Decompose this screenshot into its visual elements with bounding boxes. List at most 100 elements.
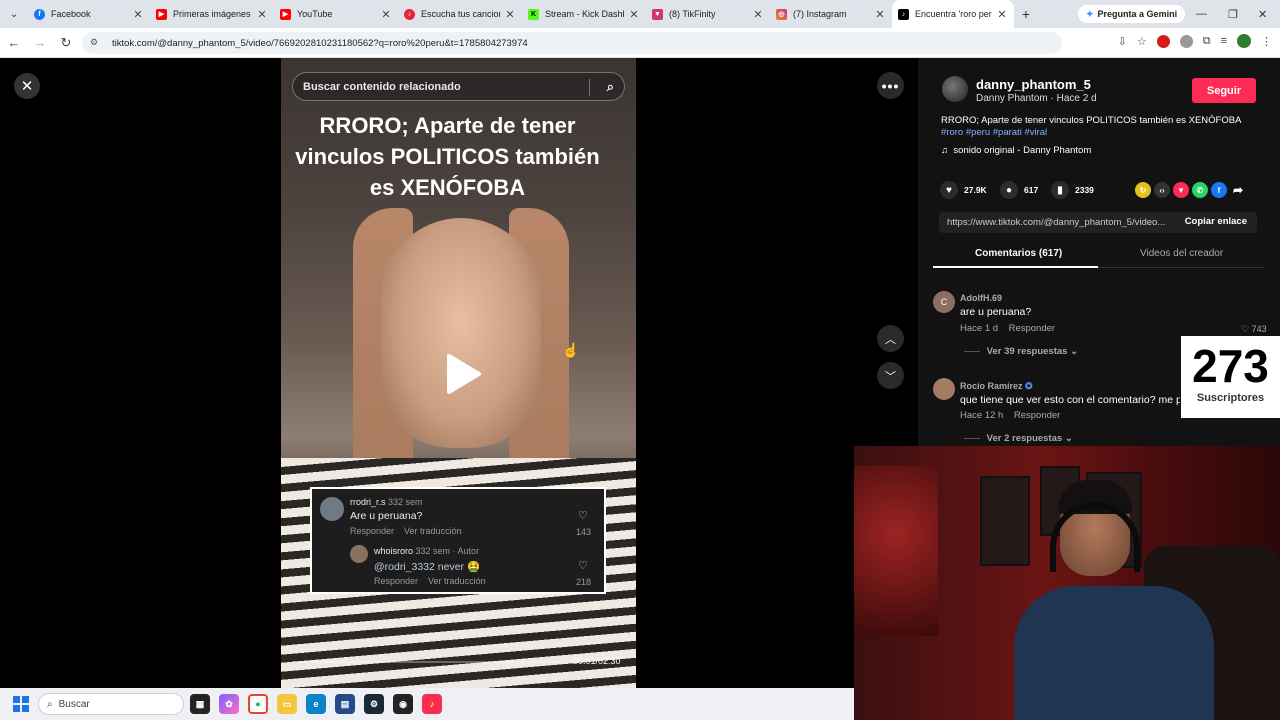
sound-link[interactable]: ♫ sonido original - Danny Phantom <box>941 145 1091 156</box>
menu-dots-icon[interactable]: ⋮ <box>1261 35 1272 48</box>
reply-button[interactable]: Responder <box>1014 410 1060 421</box>
tab-tikfinity[interactable]: ▼ (8) TikFinity ✕ <box>646 0 770 28</box>
comment-stat[interactable]: ● 617 <box>1000 181 1038 199</box>
next-video-button[interactable]: ﹀ <box>877 362 904 389</box>
comment-reply: Responder <box>350 526 395 536</box>
comment-user[interactable]: AdolfH.69 <box>960 293 1002 303</box>
tab-search-button[interactable]: ⌄ <box>0 0 28 28</box>
more-options-button[interactable]: ••• <box>877 72 904 99</box>
search-icon[interactable]: ⌕ <box>607 79 614 95</box>
related-search-placeholder: Buscar contenido relacionado <box>303 80 461 93</box>
tab-instagram[interactable]: ◎ (7) Instagram ✕ <box>770 0 892 28</box>
whatsapp-icon[interactable]: ✆ <box>1192 182 1208 198</box>
tab-creator-videos[interactable]: Videos del creador <box>1140 248 1223 259</box>
comment-meta: 332 sem · Autor <box>415 546 480 556</box>
share-link-box[interactable]: https://www.tiktok.com/@danny_phantom_5/… <box>939 212 1257 233</box>
share-arrow-icon[interactable]: ➦ <box>1230 182 1246 198</box>
steam-icon[interactable]: ⚙ <box>364 694 384 714</box>
chevron-down-icon: ⌄ <box>1064 433 1073 444</box>
taskbar-search-label: Buscar <box>58 698 90 710</box>
file-explorer-icon[interactable]: ▭ <box>277 694 297 714</box>
close-icon[interactable]: ✕ <box>504 8 516 21</box>
chrome-icon[interactable]: ● <box>248 694 268 714</box>
edge-icon[interactable]: e <box>306 694 326 714</box>
related-search-input[interactable]: Buscar contenido relacionado ⌕ <box>292 72 625 101</box>
author-username[interactable]: danny_phantom_5 <box>976 77 1091 92</box>
comment-text: @rodri_3332 never 🤮 <box>374 561 481 573</box>
comment-meta: 332 sem <box>388 497 423 507</box>
windows-start-icon[interactable] <box>13 696 29 712</box>
profile-avatar[interactable] <box>1237 34 1251 48</box>
taskbar-search[interactable]: ⌕ Buscar <box>38 693 184 715</box>
comment-count: 617 <box>1024 185 1039 195</box>
follow-button[interactable]: Seguir <box>1192 78 1256 103</box>
tab-youtube[interactable]: ▶ YouTube ✕ <box>274 0 398 28</box>
back-button[interactable]: ← <box>2 31 26 55</box>
comment-text: are u peruana? <box>960 306 1032 318</box>
close-icon[interactable]: ✕ <box>874 8 886 21</box>
reply-button[interactable]: Responder <box>1009 323 1055 334</box>
tab-youtube-imagenes[interactable]: ▶ Primeras imágenes de ✕ <box>150 0 274 28</box>
site-info-icon[interactable]: ⚙ <box>90 37 102 49</box>
video-progress-bar[interactable] <box>292 661 562 663</box>
avatar[interactable] <box>933 378 955 400</box>
close-video-button[interactable]: ✕ <box>14 73 40 99</box>
comment-likes: 143 <box>576 527 592 537</box>
gemini-button[interactable]: ✦ Pregunta a Gemini <box>1078 5 1186 23</box>
opera-extension-icon[interactable] <box>1156 34 1170 48</box>
close-icon[interactable]: ✕ <box>380 8 392 21</box>
previous-video-button[interactable]: ︿ <box>877 325 904 352</box>
store-icon[interactable]: ▤ <box>335 694 355 714</box>
close-window-button[interactable]: ✕ <box>1258 0 1267 28</box>
view-replies-button[interactable]: Ver 2 respuestas ⌄ <box>964 433 1073 444</box>
like-stat[interactable]: ♥ 27.9K <box>940 181 987 199</box>
save-stat[interactable]: ▮ 2339 <box>1051 181 1094 199</box>
tiktok-icon[interactable]: ♪ <box>422 694 442 714</box>
minimize-button[interactable]: — <box>1196 0 1207 28</box>
send-icon[interactable]: ▼ <box>1173 182 1189 198</box>
forward-button[interactable]: → <box>28 31 52 55</box>
comment-user[interactable]: Rocío Ramírez <box>960 381 1023 391</box>
copilot-icon[interactable]: ✿ <box>219 694 239 714</box>
tab-kick[interactable]: K Stream - Kick Dashbo ✕ <box>522 0 646 28</box>
media-icon[interactable]: ≡ <box>1221 35 1227 47</box>
install-icon[interactable]: ⇩ <box>1118 35 1127 48</box>
comment-icon[interactable]: ● <box>1000 181 1018 199</box>
copy-link-button[interactable]: Copiar enlace <box>1185 216 1247 227</box>
extension-icon[interactable] <box>1179 34 1193 48</box>
repost-icon[interactable]: ↻ <box>1135 182 1151 198</box>
comment-user-row[interactable]: Rocío Ramírez ✪ <box>960 381 1033 392</box>
share-icons: ↻ ‹› ▼ ✆ f ➦ <box>1135 182 1246 198</box>
divider <box>589 79 590 96</box>
heart-icon[interactable]: ♥ <box>940 181 958 199</box>
maximize-button[interactable]: ❐ <box>1228 0 1238 28</box>
play-icon[interactable] <box>443 352 483 396</box>
view-replies-button[interactable]: Ver 39 respuestas ⌄ <box>964 346 1078 357</box>
hashtags[interactable]: #roro #peru #parati #viral <box>941 127 1047 138</box>
avatar[interactable] <box>942 76 968 102</box>
bookmark-icon[interactable]: ▮ <box>1051 181 1069 199</box>
divider <box>964 350 980 352</box>
comment-like[interactable]: ♡ 743 <box>1241 324 1267 335</box>
close-icon[interactable]: ✕ <box>996 8 1008 21</box>
heart-icon: ♡ <box>578 560 588 572</box>
tab-tiktok-active[interactable]: ♪ Encuentra 'roro peru' ✕ <box>892 0 1014 28</box>
close-icon[interactable]: ✕ <box>132 8 144 21</box>
tab-comments[interactable]: Comentarios (617) <box>975 248 1062 259</box>
task-view-icon[interactable]: ▦ <box>190 694 210 714</box>
like-count: 27.9K <box>964 185 987 195</box>
url-field[interactable]: ⚙ tiktok.com/@danny_phantom_5/video/7669… <box>82 32 1062 54</box>
close-icon[interactable]: ✕ <box>752 8 764 21</box>
close-icon[interactable]: ✕ <box>628 8 640 21</box>
embed-icon[interactable]: ‹› <box>1154 182 1170 198</box>
close-icon[interactable]: ✕ <box>256 8 268 21</box>
bookmark-star-icon[interactable]: ☆ <box>1137 35 1147 48</box>
reload-button[interactable]: ↻ <box>54 31 78 55</box>
extensions-puzzle-icon[interactable]: ⧉ <box>1203 35 1211 48</box>
tab-facebook[interactable]: f Facebook ✕ <box>28 0 150 28</box>
facebook-icon[interactable]: f <box>1211 182 1227 198</box>
new-tab-button[interactable]: + <box>1014 6 1038 22</box>
avatar[interactable]: C <box>933 291 955 313</box>
obs-icon[interactable]: ◉ <box>393 694 413 714</box>
tab-music[interactable]: ♪ Escucha tus canciones ✕ <box>398 0 522 28</box>
